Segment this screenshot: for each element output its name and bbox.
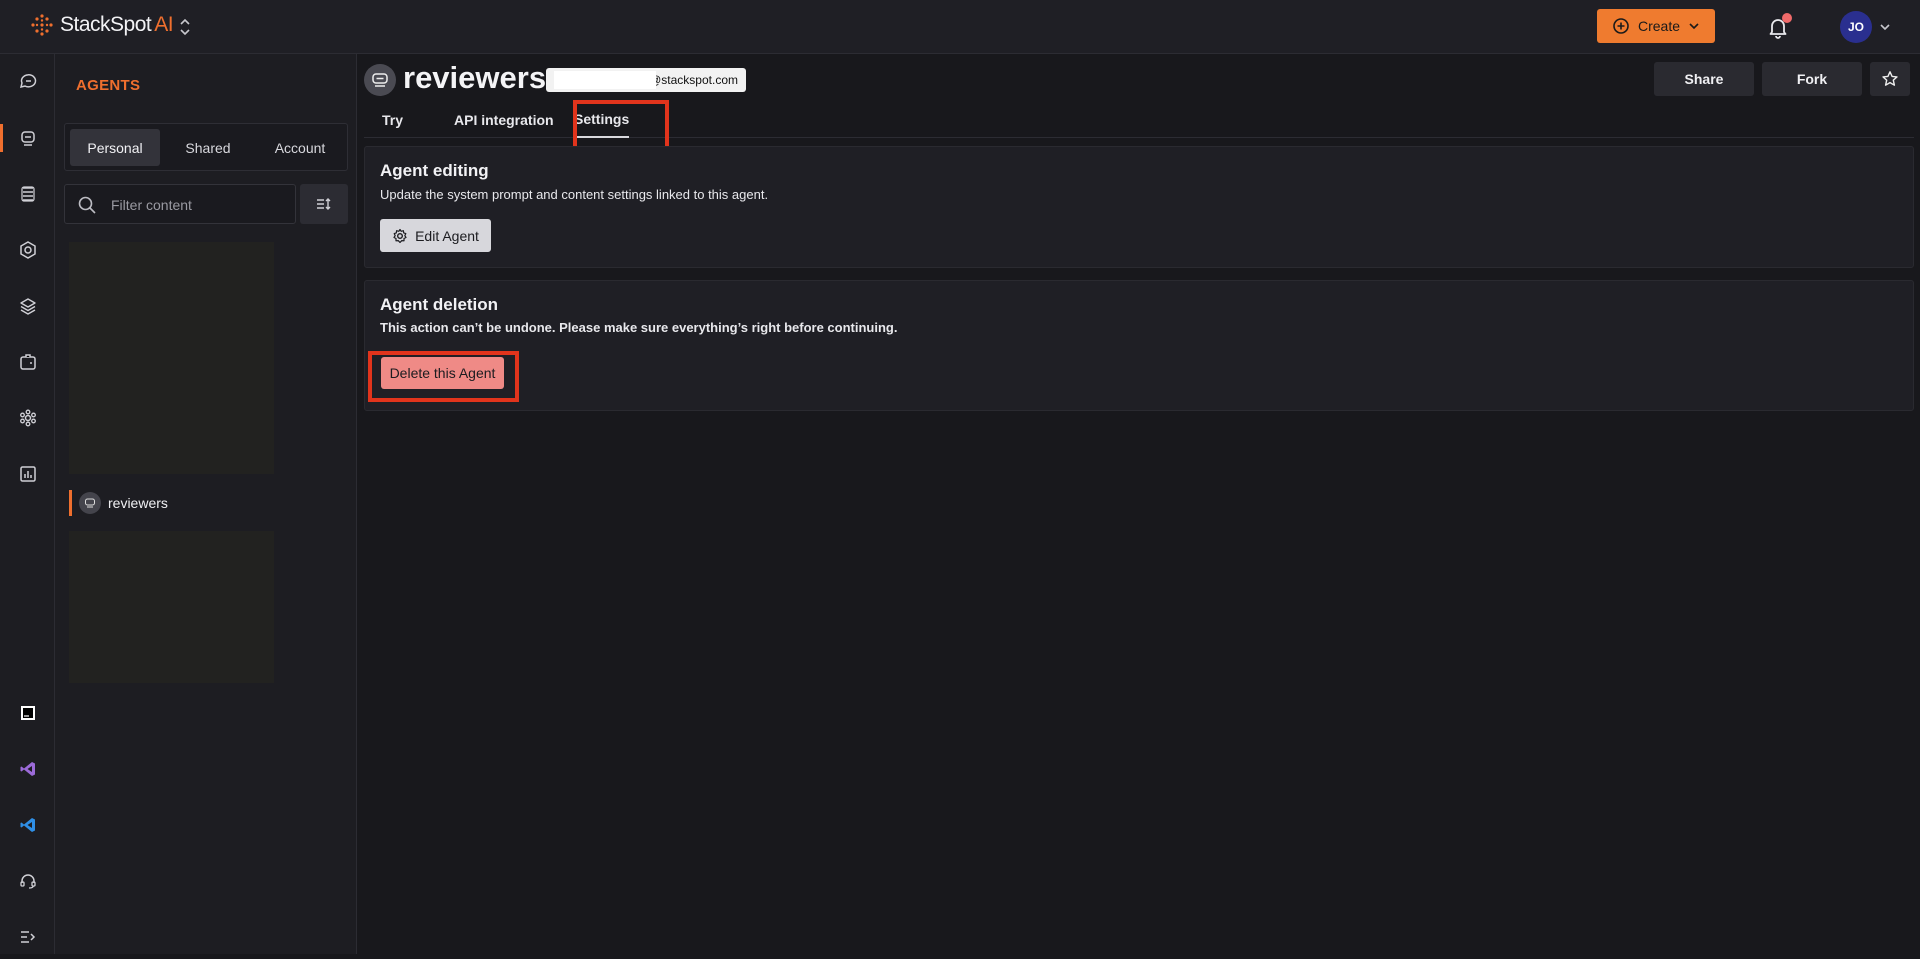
analytics-icon	[19, 466, 36, 482]
redacted-agent-list	[69, 531, 274, 683]
agent-avatar-icon	[364, 64, 396, 96]
filter-box	[64, 184, 296, 224]
vscode-icon	[20, 818, 35, 832]
stacks-icon	[19, 241, 36, 259]
redacted-agent-list	[69, 242, 274, 474]
nav-jetbrains[interactable]	[0, 691, 55, 735]
tab-try[interactable]: Try	[382, 102, 403, 138]
share-button[interactable]: Share	[1654, 62, 1754, 96]
settings-icon	[19, 409, 36, 427]
sort-button[interactable]	[300, 184, 348, 224]
tab-api-integration[interactable]: API integration	[454, 102, 554, 138]
create-button[interactable]: Create	[1597, 9, 1715, 43]
left-nav-rail	[0, 54, 55, 954]
workspace-switch-icon[interactable]	[178, 15, 192, 39]
agent-scope-tabs: Personal Shared Account	[64, 123, 348, 171]
tab-account[interactable]: Account	[255, 129, 345, 166]
panel-title: AGENTS	[76, 77, 141, 94]
highlight-delete-button	[368, 351, 519, 402]
favorite-button[interactable]	[1870, 62, 1910, 96]
chat-icon	[19, 74, 36, 89]
agents-panel: AGENTS Personal Shared Account reviewers	[55, 54, 357, 954]
nav-quick-commands[interactable]	[0, 340, 55, 384]
agents-icon	[20, 131, 35, 146]
search-icon	[78, 196, 96, 214]
create-label: Create	[1637, 18, 1681, 34]
agent-avatar-icon	[79, 492, 101, 514]
agent-editing-title: Agent editing	[380, 161, 489, 180]
edit-agent-label: Edit Agent	[415, 227, 479, 244]
nav-layers[interactable]	[0, 284, 55, 328]
knowledge-sources-icon	[20, 186, 35, 202]
main-content: reviewers a@stackspot.com Share Fork Try…	[358, 54, 1920, 954]
agent-editing-description: Update the system prompt and content set…	[380, 187, 769, 202]
owner-email-text: a@stackspot.com	[642, 73, 738, 87]
nav-support[interactable]	[0, 859, 55, 903]
nav-chat[interactable]	[0, 60, 55, 104]
redacted-email	[554, 71, 656, 89]
nav-settings[interactable]	[0, 396, 55, 440]
nav-visual-studio[interactable]	[0, 747, 55, 791]
collapse-menu-icon	[20, 931, 35, 943]
nav-agents[interactable]	[0, 116, 55, 160]
agent-deletion-card: Agent deletion This action can’t be undo…	[364, 280, 1914, 411]
logo[interactable]: StackSpot AI	[30, 13, 174, 37]
nav-analytics[interactable]	[0, 452, 55, 496]
brand-name: StackSpot AI	[60, 13, 174, 36]
agent-list-label: reviewers	[108, 495, 168, 511]
agent-deletion-title: Agent deletion	[380, 295, 499, 314]
stackspot-logo-icon	[31, 14, 53, 36]
fork-button[interactable]: Fork	[1762, 62, 1862, 96]
chevron-down-icon	[1689, 23, 1699, 30]
nav-vscode[interactable]	[0, 803, 55, 847]
notification-badge	[1782, 13, 1792, 23]
agent-deletion-description: This action can’t be undone. Please make…	[380, 320, 898, 335]
edit-agent-button[interactable]: Edit Agent	[380, 219, 491, 252]
tab-shared[interactable]: Shared	[163, 129, 253, 166]
highlight-settings-tab	[573, 100, 669, 152]
nav-knowledge-sources[interactable]	[0, 172, 55, 216]
chevron-down-icon[interactable]	[1878, 20, 1892, 34]
brand-suffix: AI	[154, 13, 174, 36]
sort-icon	[317, 198, 331, 210]
quick-commands-icon	[19, 354, 36, 370]
page-title: reviewers	[403, 60, 547, 95]
layers-icon	[19, 298, 36, 315]
tab-personal[interactable]: Personal	[70, 129, 160, 166]
list-item-reviewers[interactable]: reviewers	[69, 488, 274, 518]
gear-icon	[393, 228, 407, 243]
star-icon	[1882, 71, 1898, 86]
user-avatar[interactable]: JO	[1840, 11, 1872, 43]
plus-circle-icon	[1613, 18, 1629, 34]
visual-studio-icon	[20, 762, 35, 776]
nav-collapse[interactable]	[0, 915, 55, 959]
top-bar: StackSpot AI Create JO	[0, 0, 1920, 54]
filter-input[interactable]	[109, 194, 279, 216]
jetbrains-icon	[20, 706, 35, 720]
nav-stacks[interactable]	[0, 228, 55, 272]
owner-email-badge: a@stackspot.com	[546, 68, 746, 92]
support-icon	[19, 874, 36, 889]
agent-editing-card: Agent editing Update the system prompt a…	[364, 146, 1914, 268]
